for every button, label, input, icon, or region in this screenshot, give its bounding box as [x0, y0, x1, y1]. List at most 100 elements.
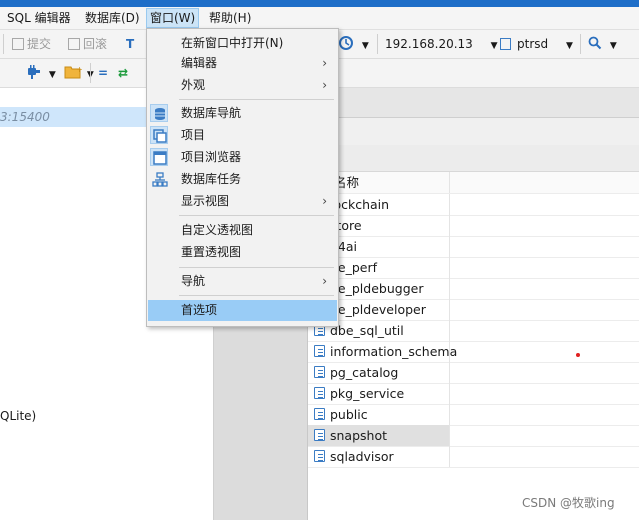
table-row[interactable]: dbe_sql_util	[308, 320, 639, 342]
schema-name-cell[interactable]: public	[308, 404, 450, 425]
menu-database-navigator[interactable]: 数据库导航	[148, 103, 337, 124]
table-row[interactable]: pkg_service	[308, 383, 639, 405]
plug-icon	[28, 65, 40, 79]
table-row[interactable]: b4ai	[308, 236, 639, 258]
schema-name-cell[interactable]: snapshot	[308, 425, 450, 446]
menu-item-label: 外观	[181, 78, 206, 92]
history-icon	[339, 36, 353, 50]
rollback-button[interactable]: 回滚	[68, 33, 107, 55]
menu-reset-perspective[interactable]: 重置透视图	[148, 242, 337, 263]
schema-name-label: sqladvisor	[330, 449, 394, 464]
schema-name-cell[interactable]: information_schema	[308, 341, 457, 362]
commit-icon	[12, 38, 24, 50]
host-selector[interactable]: 192.168.20.13 ▼	[385, 33, 498, 55]
schema-name-cell[interactable]: sqladvisor	[308, 446, 450, 467]
menu-show-view[interactable]: 显示视图 ›	[148, 191, 337, 212]
commit-button[interactable]: 提交	[12, 33, 51, 55]
menu-open-in-new-window[interactable]: 在新窗口中打开(N)	[148, 33, 337, 54]
schema-name-cell[interactable]: pg_catalog	[308, 362, 450, 383]
database-icon	[500, 38, 511, 50]
menu-item-label: 数据库导航	[181, 106, 242, 120]
menu-item-label: 导航	[181, 274, 206, 288]
new-connection-button[interactable]: ▼	[26, 62, 56, 84]
menu-appearance[interactable]: 外观 ›	[148, 75, 337, 96]
menu-item-label: 编辑器	[181, 56, 218, 70]
schema-name-label: be_pldebugger	[330, 281, 424, 296]
table-row[interactable]: information_schema	[308, 341, 639, 363]
folder-icon: +	[64, 65, 83, 79]
menu-sql-editor[interactable]: SQL 编辑器	[4, 9, 74, 27]
menu-separator	[179, 267, 334, 268]
red-dot	[576, 353, 580, 357]
schema-name-label: public	[330, 407, 368, 422]
collapse-all-icon[interactable]: =	[98, 62, 108, 84]
menu-separator	[179, 99, 334, 100]
rollback-icon	[68, 38, 80, 50]
menu-help[interactable]: 帮助(H)	[206, 9, 254, 27]
database-dropdown-icon: ▼	[565, 41, 573, 51]
schema-name-label: snapshot	[330, 428, 388, 443]
table-row[interactable]: store	[308, 215, 639, 237]
history-dropdown-icon: ▼	[361, 41, 369, 51]
project-explorer-icon	[153, 151, 167, 165]
window-menu-dropdown: 在新窗口中打开(N) 编辑器 › 外观 › 数据库导航 项目 项目浏览器 数据库…	[146, 28, 339, 327]
menu-item-label: 显示视图	[181, 194, 230, 208]
menu-separator	[179, 215, 334, 216]
plug-dropdown-icon: ▼	[48, 70, 56, 80]
search-dropdown-icon: ▼	[609, 41, 617, 51]
table-row[interactable]: pg_catalog	[308, 362, 639, 384]
sqlite-tree-item[interactable]: QLite)	[0, 409, 36, 423]
schema-name-label: pkg_service	[330, 386, 405, 401]
table-row[interactable]: be_pldeveloper	[308, 299, 639, 321]
menu-editors[interactable]: 编辑器 ›	[148, 53, 337, 74]
menu-item-label: 项目	[181, 128, 206, 142]
table-row[interactable]: lockchain	[308, 194, 639, 216]
table-row[interactable]: be_perf	[308, 257, 639, 279]
database-label: ptrsd	[517, 37, 549, 51]
submenu-arrow-icon: ›	[322, 56, 327, 70]
db-navigator-icon	[155, 108, 165, 120]
panel-tab-bar	[308, 88, 639, 118]
host-dropdown-icon: ▼	[490, 41, 498, 51]
submenu-arrow-icon: ›	[322, 194, 327, 208]
toolbar-separator	[90, 63, 91, 83]
link-with-editor-icon[interactable]: ⇄	[118, 62, 128, 84]
schema-icon	[314, 408, 325, 420]
table-row[interactable]: public	[308, 404, 639, 426]
schema-icon	[314, 450, 325, 462]
menu-project-explorer[interactable]: 项目浏览器	[148, 147, 337, 168]
menu-projects[interactable]: 项目	[148, 125, 337, 146]
connection-label: 3:15400	[0, 110, 50, 124]
history-button[interactable]: ▼	[338, 33, 369, 55]
table-header-row: 名称	[308, 172, 639, 194]
panel-toolbar	[308, 118, 639, 146]
transaction-mode-icon[interactable]: T	[126, 33, 134, 55]
menu-item-label: 重置透视图	[181, 245, 242, 259]
table-row[interactable]: sqladvisor	[308, 446, 639, 468]
schema-name-cell[interactable]: pkg_service	[308, 383, 450, 404]
menu-navigation[interactable]: 导航 ›	[148, 271, 337, 292]
toolbar-grip	[3, 34, 4, 54]
search-button[interactable]: ▼	[588, 33, 617, 55]
schema-name-label: information_schema	[330, 344, 458, 359]
schema-icon	[314, 387, 325, 399]
menu-item-label: 项目浏览器	[181, 150, 242, 164]
commit-label: 提交	[27, 37, 52, 51]
rollback-label: 回滚	[83, 37, 108, 51]
menu-database-tasks[interactable]: 数据库任务	[148, 169, 337, 190]
menu-bar: SQL 编辑器 数据库(D) 窗口(W) 帮助(H)	[0, 7, 639, 30]
menu-customize-perspective[interactable]: 自定义透视图	[148, 220, 337, 241]
table-row[interactable]: be_pldebugger	[308, 278, 639, 300]
menu-database[interactable]: 数据库(D)	[82, 9, 143, 27]
table-row[interactable]: snapshot	[308, 425, 639, 447]
menu-window[interactable]: 窗口(W)	[146, 8, 200, 28]
menu-item-label: 在新窗口中打开(N)	[181, 36, 284, 50]
menu-separator	[179, 295, 334, 296]
schema-name-label: be_pldeveloper	[330, 302, 426, 317]
menu-preferences[interactable]: 首选项	[148, 300, 337, 321]
panel-subtoolbar	[308, 145, 639, 172]
database-selector[interactable]: ptrsd ▼	[500, 33, 573, 55]
title-strip	[0, 0, 639, 7]
search-icon	[588, 36, 602, 50]
schema-name-label: pg_catalog	[330, 365, 399, 380]
